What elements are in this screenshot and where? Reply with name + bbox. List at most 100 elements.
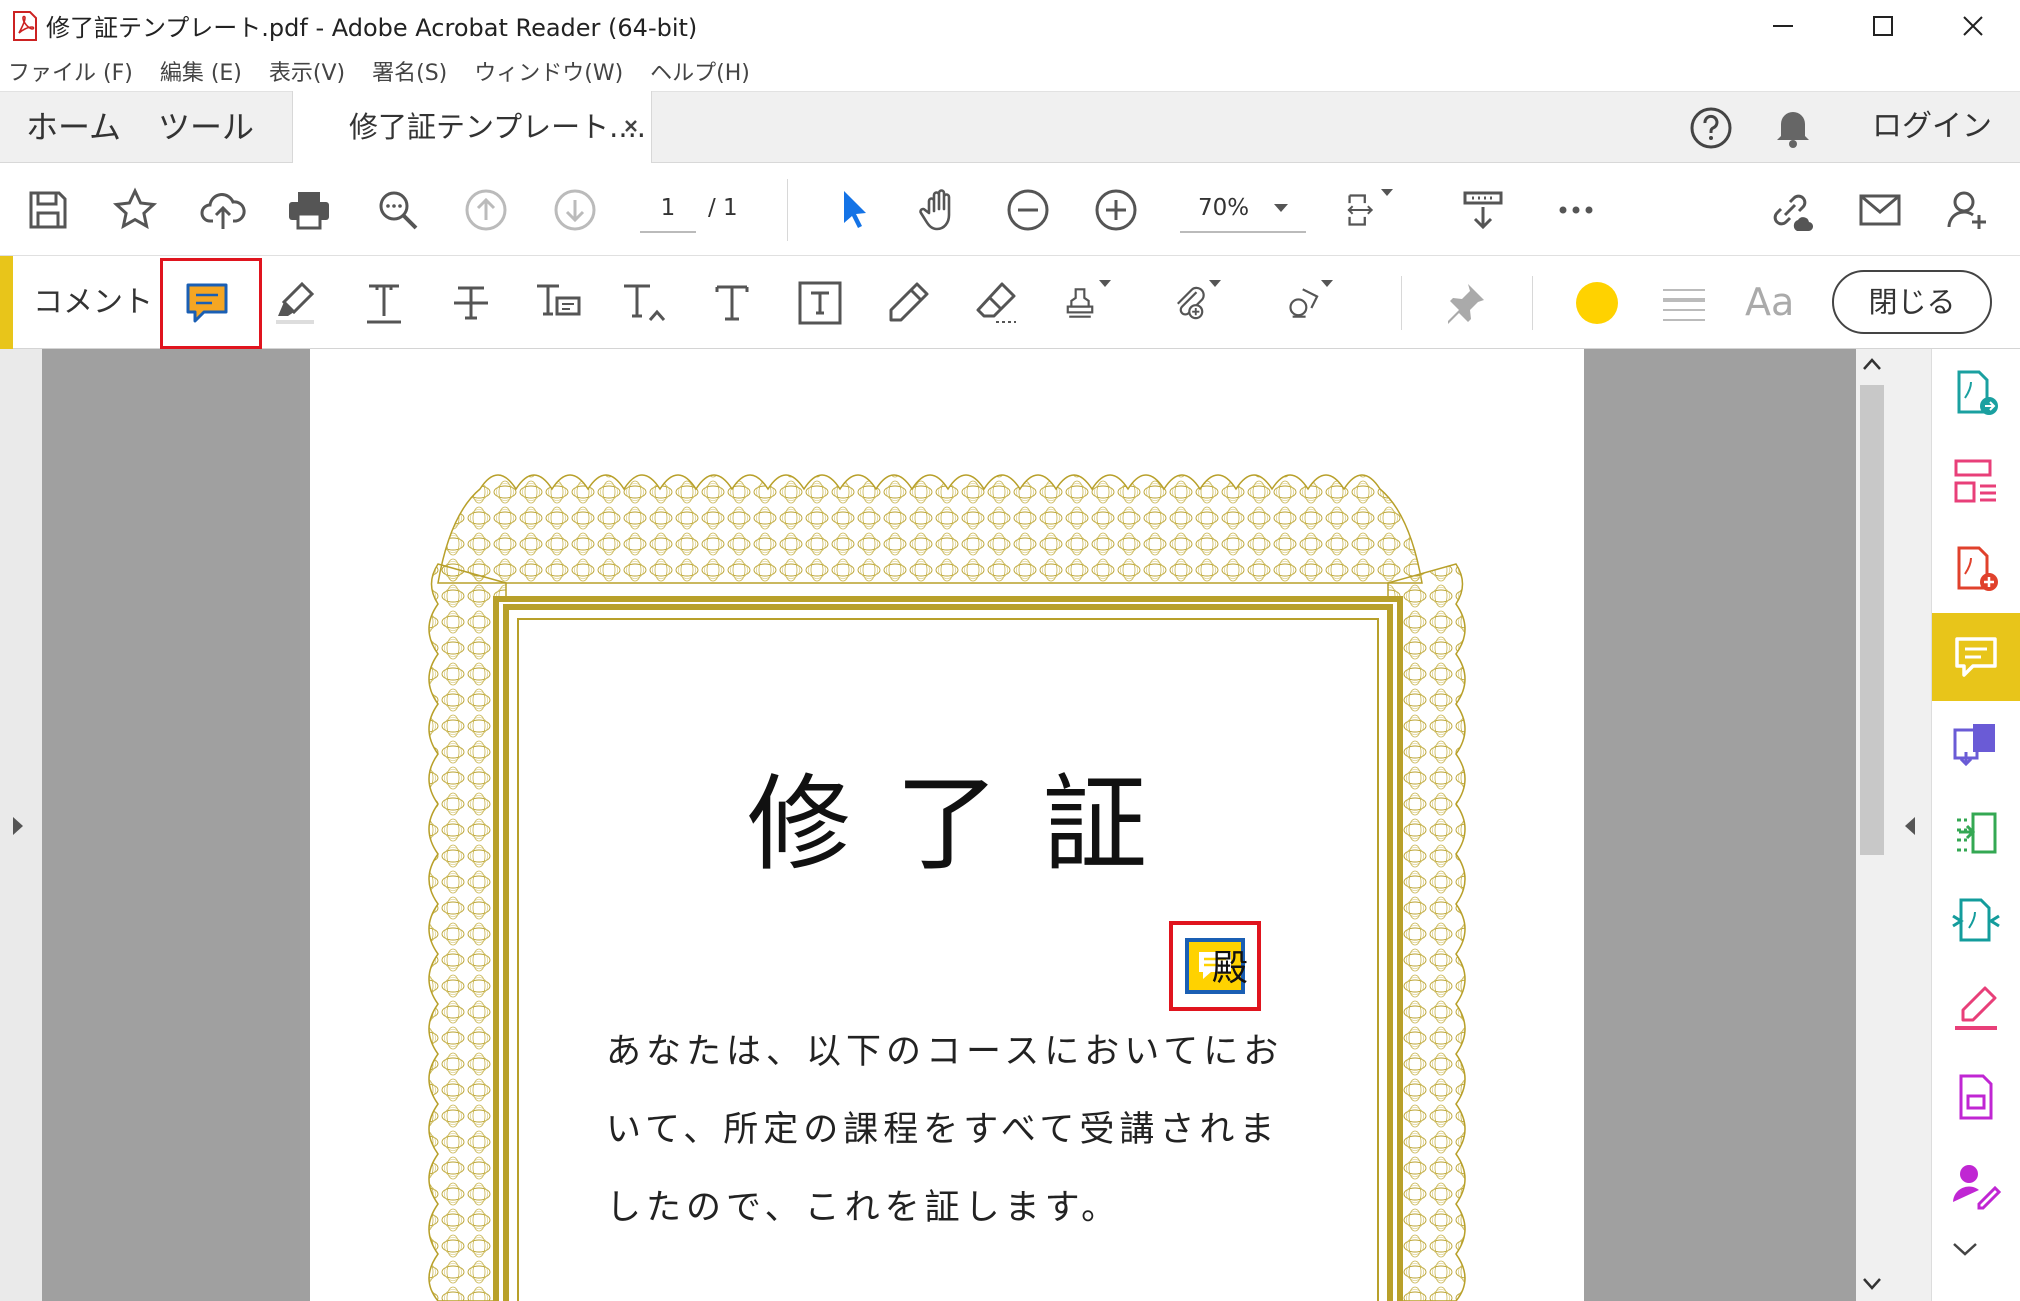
request-signatures-tool[interactable]: [1932, 1141, 2020, 1229]
chevron-down-icon: [1381, 188, 1393, 196]
scrollbar-thumb[interactable]: [1860, 385, 1884, 855]
certificate-body-text: あなたは、以下のコースにおいてにおいて、所定の課程をすべて受講されましたので、こ…: [606, 1032, 1284, 1228]
replace-text-button[interactable]: [527, 256, 589, 349]
text-replace-icon: [537, 284, 581, 315]
zoom-out-button[interactable]: [1000, 163, 1056, 256]
more-tools-button[interactable]: [1548, 163, 1604, 256]
zoom-level-select[interactable]: 70%: [1180, 185, 1306, 233]
underline-text-button[interactable]: [353, 256, 415, 349]
minimize-button[interactable]: [1736, 0, 1830, 51]
pdf-page: 修了証 殿 あなたは、以下のコースにおいてにおいて、所定の課程をすべて受講されま…: [310, 349, 1584, 1301]
stamp-button[interactable]: [1062, 256, 1134, 349]
star-icon: [112, 186, 158, 229]
help-icon[interactable]: [1688, 105, 1734, 151]
previous-page-button[interactable]: [458, 163, 514, 256]
font-properties-button[interactable]: Aa: [1745, 256, 1794, 349]
paperclip-add-icon: [1176, 286, 1205, 319]
menu-edit[interactable]: 編集 (E): [160, 55, 242, 87]
close-tab-icon[interactable]: [618, 113, 644, 139]
cursor-arrow-icon: [844, 190, 866, 228]
find-button[interactable]: [370, 163, 426, 256]
more-tools-chevron[interactable]: [1932, 1229, 2020, 1301]
zoom-value: 70%: [1198, 195, 1250, 221]
zoom-in-button[interactable]: [1088, 163, 1144, 256]
tab-home[interactable]: ホーム: [26, 92, 121, 164]
page-number-input[interactable]: 1: [640, 185, 696, 233]
right-pane-toggle[interactable]: [1888, 349, 1932, 1301]
text-strikethrough-icon: [454, 286, 488, 319]
menu-sign[interactable]: 署名(S): [372, 55, 447, 87]
line-width-button[interactable]: [1653, 256, 1715, 349]
upload-cloud-button[interactable]: [195, 163, 251, 256]
close-window-button[interactable]: [1926, 0, 2020, 51]
export-pdf-tool[interactable]: [1932, 349, 2020, 437]
create-pdf-tool[interactable]: [1932, 525, 2020, 613]
scroll-down-arrow-icon[interactable]: [1862, 1277, 1882, 1291]
fill-sign-tool[interactable]: [1932, 965, 2020, 1053]
bookmark-button[interactable]: [107, 163, 163, 256]
add-text-button[interactable]: [701, 256, 763, 349]
read-mode-button[interactable]: [1455, 163, 1511, 256]
document-canvas[interactable]: 修了証 殿 あなたは、以下のコースにおいてにおいて、所定の課程をすべて受講されま…: [42, 349, 1856, 1301]
cloud-upload-icon: [200, 192, 246, 229]
notification-bell-icon[interactable]: [1773, 104, 1813, 150]
left-pane-toggle[interactable]: [0, 349, 42, 1301]
print-button[interactable]: [281, 163, 337, 256]
toolbar-divider: [787, 179, 788, 241]
email-button[interactable]: [1852, 163, 1908, 256]
text-box-button[interactable]: [789, 256, 851, 349]
eraser-button[interactable]: [966, 256, 1028, 349]
compress-pdf-tool[interactable]: [1932, 877, 2020, 965]
scroll-up-arrow-icon[interactable]: [1862, 357, 1882, 371]
highlighter-icon: [276, 281, 315, 324]
pin-toolbar-button[interactable]: [1434, 256, 1496, 349]
share-user-button[interactable]: [1940, 163, 1996, 256]
highlight-tool-button[interactable]: [266, 256, 328, 349]
menu-help[interactable]: ヘルプ(H): [650, 55, 750, 87]
maximize-button[interactable]: [1836, 0, 1930, 51]
page-total: / 1: [708, 195, 738, 221]
insert-text-button[interactable]: [614, 256, 676, 349]
shapes-button[interactable]: [1284, 256, 1356, 349]
login-link[interactable]: ログイン: [1872, 92, 1992, 162]
color-picker-button[interactable]: [1566, 256, 1628, 349]
request-signature-icon: [1953, 1165, 2001, 1210]
attach-file-button[interactable]: [1172, 256, 1244, 349]
save-button[interactable]: [20, 163, 76, 256]
draw-pencil-button[interactable]: [877, 256, 939, 349]
menu-file[interactable]: ファイル (F): [8, 55, 133, 87]
select-tool-button[interactable]: [825, 163, 881, 256]
minimize-icon: [1773, 24, 1793, 27]
menu-view[interactable]: 表示(V): [269, 55, 345, 87]
tab-tools[interactable]: ツール: [158, 92, 254, 164]
close-comment-toolbar-button[interactable]: 閉じる: [1832, 270, 1992, 334]
hand-tool-button[interactable]: [912, 163, 968, 256]
share-link-button[interactable]: [1762, 163, 1818, 256]
compare-icon: [1957, 812, 1997, 854]
more-dots-icon: [1559, 206, 1593, 213]
menu-window[interactable]: ウィンドウ(W): [474, 55, 623, 87]
close-icon: [1963, 15, 1983, 36]
edit-pdf-tool[interactable]: [1932, 1053, 2020, 1141]
pin-icon: [1448, 283, 1484, 324]
menu-bar: ファイル (F) 編集 (E) 表示(V) 署名(S) ウィンドウ(W) ヘルプ…: [0, 51, 2020, 91]
hand-icon: [919, 188, 951, 230]
comment-tool-active[interactable]: [1932, 613, 2020, 701]
combine-files-tool[interactable]: [1932, 701, 2020, 789]
page-fit-button[interactable]: [1345, 163, 1415, 256]
fit-page-icon: [1347, 193, 1374, 226]
organize-pages-tool[interactable]: [1932, 437, 2020, 525]
text-t-icon: [715, 285, 749, 320]
chevron-right-icon: [13, 817, 23, 835]
right-tools-rail: [1932, 349, 2020, 1301]
vertical-scrollbar[interactable]: [1856, 349, 1888, 1301]
document-tab-label: 修了証テンプレート....: [349, 110, 647, 144]
compare-files-tool[interactable]: [1932, 789, 2020, 877]
fill-sign-icon: [1955, 986, 1997, 1030]
text-insert-icon: [624, 284, 666, 321]
strikethrough-text-button[interactable]: [440, 256, 502, 349]
next-page-button[interactable]: [547, 163, 603, 256]
title-bar: 修了証テンプレート.pdf - Adobe Acrobat Reader (64…: [0, 0, 2020, 51]
combine-files-icon: [1953, 724, 1995, 767]
tab-document[interactable]: 修了証テンプレート....: [292, 91, 652, 164]
